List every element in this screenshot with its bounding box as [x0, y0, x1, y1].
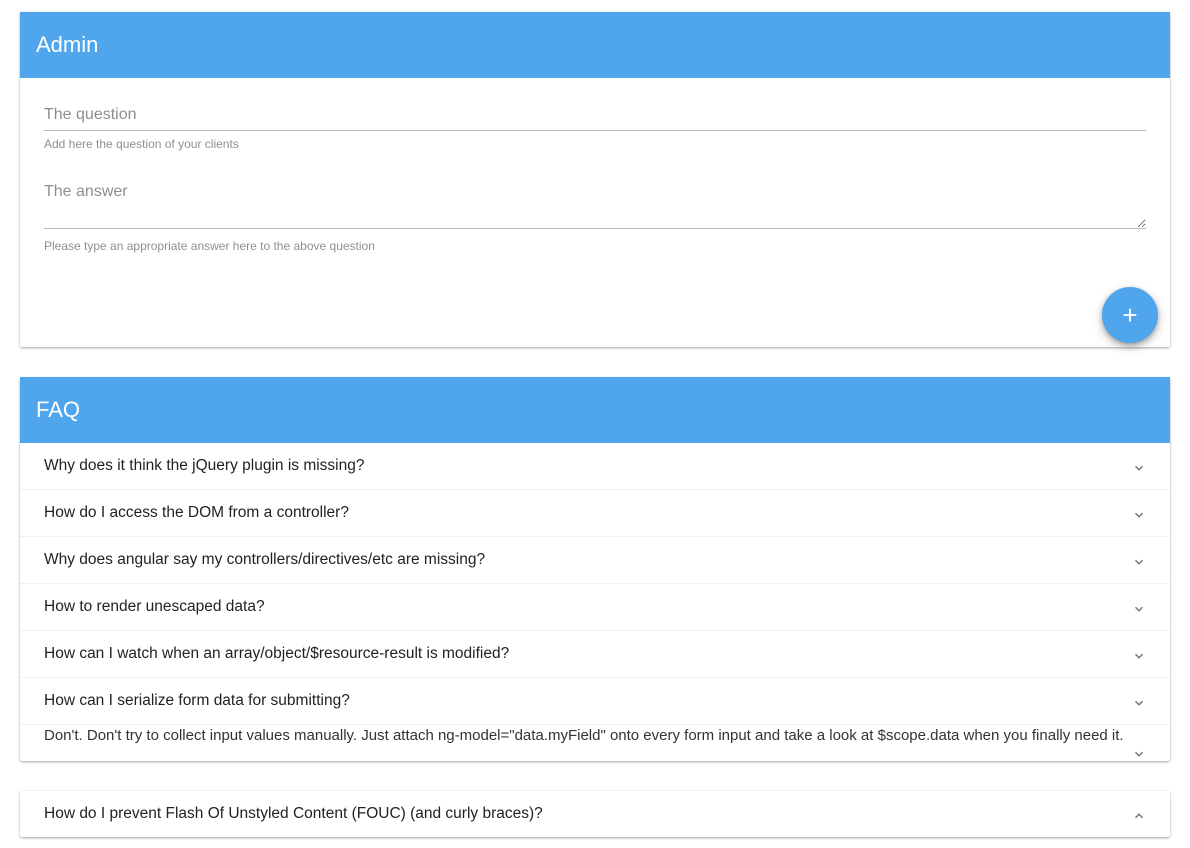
chevron-up-icon — [1132, 809, 1146, 823]
faq-question-text: Why does it think the jQuery plugin is m… — [44, 457, 364, 475]
chevron-down-icon — [1132, 508, 1146, 522]
faq-card: FAQ Why does it think the jQuery plugin … — [20, 377, 1170, 761]
admin-body: Add here the question of your clients Pl… — [20, 78, 1170, 347]
chevron-down-icon — [1132, 555, 1146, 569]
faq-question-text: How can I serialize form data for submit… — [44, 692, 350, 710]
chevron-down-icon — [1132, 602, 1146, 616]
faq-item[interactable]: Don't. Don't try to collect input values… — [20, 725, 1170, 761]
admin-header: Admin — [20, 12, 1170, 78]
plus-icon: + — [1122, 302, 1137, 328]
faq-item[interactable]: How can I serialize form data for submit… — [20, 678, 1170, 725]
faq-item[interactable]: How do I access the DOM from a controlle… — [20, 490, 1170, 537]
chevron-down-icon — [1132, 649, 1146, 663]
answer-input[interactable] — [44, 175, 1146, 229]
faq-question-text: How can I watch when an array/object/$re… — [44, 645, 509, 663]
faq-item-expanded[interactable]: How do I prevent Flash Of Unstyled Conte… — [20, 791, 1170, 837]
faq-header: FAQ — [20, 377, 1170, 443]
question-input[interactable] — [44, 98, 1146, 131]
admin-card: Admin Add here the question of your clie… — [20, 12, 1170, 347]
faq-item[interactable]: How to render unescaped data? — [20, 584, 1170, 631]
question-field: Add here the question of your clients — [44, 98, 1146, 151]
faq-list: Why does it think the jQuery plugin is m… — [20, 443, 1170, 761]
faq-item[interactable]: How can I watch when an array/object/$re… — [20, 631, 1170, 678]
faq-question-text: How do I access the DOM from a controlle… — [44, 504, 349, 522]
faq-item[interactable]: Why does it think the jQuery plugin is m… — [20, 443, 1170, 490]
faq-answer-text: Don't. Don't try to collect input values… — [44, 727, 1124, 744]
faq-title: FAQ — [36, 397, 80, 422]
answer-field: Please type an appropriate answer here t… — [44, 175, 1146, 253]
faq-question-text: How to render unescaped data? — [44, 598, 265, 616]
question-helper: Add here the question of your clients — [44, 131, 1146, 151]
admin-title: Admin — [36, 32, 98, 57]
chevron-down-icon — [1132, 696, 1146, 710]
answer-helper: Please type an appropriate answer here t… — [44, 233, 1146, 253]
chevron-down-icon — [1132, 747, 1146, 761]
faq-question-text: Why does angular say my controllers/dire… — [44, 551, 485, 569]
faq-item[interactable]: Why does angular say my controllers/dire… — [20, 537, 1170, 584]
faq-question-text: How do I prevent Flash Of Unstyled Conte… — [44, 805, 543, 823]
chevron-down-icon — [1132, 461, 1146, 475]
add-button[interactable]: + — [1102, 287, 1158, 343]
faq-expanded-card: How do I prevent Flash Of Unstyled Conte… — [20, 791, 1170, 837]
